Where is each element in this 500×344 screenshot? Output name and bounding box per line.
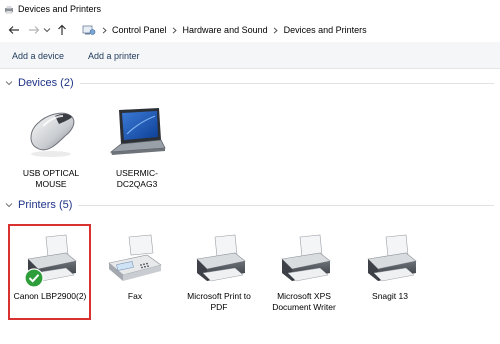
group-divider <box>79 82 494 84</box>
breadcrumb-separator-icon[interactable] <box>271 25 281 35</box>
chevron-down-icon <box>43 28 51 33</box>
printer-icon <box>367 234 417 282</box>
collapse-chevron-icon[interactable] <box>5 201 13 209</box>
collapse-chevron-icon[interactable] <box>5 79 13 87</box>
printer-icon <box>281 234 331 282</box>
printer-label: Fax <box>127 291 143 301</box>
laptop-icon <box>109 108 166 155</box>
printer-label: Microsoft Print to PDF <box>187 291 251 312</box>
window-title: Devices and Printers <box>18 4 102 14</box>
recent-locations-button[interactable] <box>42 22 52 38</box>
printers-group-header[interactable]: Printers (5) <box>0 197 500 213</box>
add-printer-button[interactable]: Add a printer <box>88 51 140 61</box>
printer-icon <box>196 234 246 282</box>
device-label: USERMIC-DC2QAG3 <box>115 168 159 189</box>
breadcrumb-control-panel[interactable]: Control Panel <box>112 25 167 35</box>
devices-group-title: Devices (2) <box>18 77 74 89</box>
title-bar: Devices and Printers <box>0 0 500 18</box>
control-panel-icon <box>82 25 96 35</box>
back-arrow-icon <box>8 26 19 34</box>
back-button[interactable] <box>6 22 22 38</box>
breadcrumb-separator-icon[interactable] <box>170 25 180 35</box>
mouse-icon <box>30 112 75 157</box>
breadcrumb-hardware-and-sound[interactable]: Hardware and Sound <box>183 25 268 35</box>
breadcrumb-devices-and-printers[interactable]: Devices and Printers <box>284 25 367 35</box>
add-device-button[interactable]: Add a device <box>12 51 64 61</box>
devices-group-header[interactable]: Devices (2) <box>0 75 500 91</box>
forward-arrow-icon <box>29 26 40 34</box>
group-divider <box>78 204 494 206</box>
devices-printers-icon <box>5 5 13 13</box>
printer-label: Canon LBP2900(2) <box>13 291 87 301</box>
breadcrumb-separator-icon[interactable] <box>99 25 109 35</box>
address-breadcrumbs[interactable]: Control Panel Hardware and Sound Devices… <box>76 21 496 39</box>
printers-group-title: Printers (5) <box>18 199 73 211</box>
printer-label: Microsoft XPS Document Writer <box>272 291 336 312</box>
printer-label: Snagit 13 <box>372 291 408 301</box>
up-button[interactable] <box>54 22 70 38</box>
up-arrow-icon <box>58 24 66 35</box>
command-bar: Add a device Add a printer <box>0 42 500 69</box>
device-label: USB OPTICAL MOUSE <box>22 168 80 189</box>
forward-button[interactable] <box>26 22 42 38</box>
default-printer-check-icon <box>24 268 44 288</box>
fax-icon <box>108 234 162 281</box>
address-bar: Control Panel Hardware and Sound Devices… <box>0 18 500 42</box>
